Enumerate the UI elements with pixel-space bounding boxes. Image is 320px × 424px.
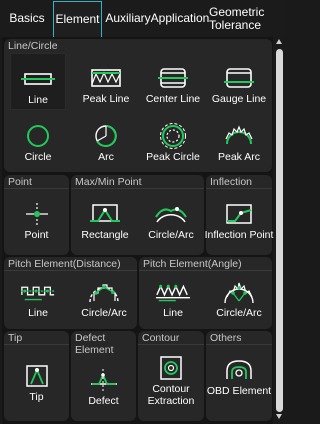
- element-panel: Line/Circle Line Peak Line Center Line G…: [2, 37, 273, 424]
- group-others: Others OBD Element: [206, 331, 272, 421]
- group-max-min-point: Max/Min Point Rectangle Circle/Arc: [71, 175, 204, 255]
- divider: [4, 270, 137, 271]
- defect-icon: [86, 365, 122, 395]
- obd-element-button[interactable]: OBD Element: [206, 355, 272, 397]
- tab-element[interactable]: Element: [53, 1, 102, 37]
- tab-geometric-tolerance[interactable]: Geometric Tolerance: [209, 2, 273, 35]
- inflection-point-icon: [221, 199, 257, 229]
- point-button[interactable]: Point: [6, 199, 67, 241]
- center-line-button[interactable]: Center Line: [142, 63, 204, 105]
- peak-line-button[interactable]: Peak Line: [75, 63, 137, 105]
- contour-extraction-label: Contour Extraction: [147, 383, 195, 407]
- gauge-line-button[interactable]: Gauge Line: [208, 63, 270, 105]
- divider: [206, 344, 272, 345]
- group-point: Point Point: [4, 175, 69, 255]
- divider: [138, 344, 204, 345]
- maxmin-circle-arc-button[interactable]: Circle/Arc: [139, 199, 203, 241]
- inflection-point-label: Inflection Point: [204, 229, 274, 241]
- line-button[interactable]: Line: [10, 53, 66, 110]
- group-title: Pitch Element(Distance): [8, 258, 121, 270]
- circle-arc-label: Circle/Arc: [148, 229, 194, 241]
- contour-icon: [153, 353, 189, 383]
- group-title: Others: [210, 332, 242, 344]
- scroll-down-arrow-icon[interactable]: [276, 414, 282, 419]
- arc-label: Arc: [98, 151, 114, 163]
- pitch-distance-line-button[interactable]: Line: [6, 277, 70, 319]
- pitch-angle-circle-arc-label: Circle/Arc: [216, 307, 262, 319]
- pitch-angle-line-button[interactable]: Line: [141, 277, 205, 319]
- obd-element-icon: [221, 355, 257, 385]
- divider: [4, 344, 69, 345]
- circle-button[interactable]: Circle: [10, 121, 66, 163]
- tab-auxiliary[interactable]: Auxiliary: [104, 2, 152, 35]
- group-line-circle: Line/Circle Line Peak Line Center Line G…: [4, 39, 272, 172]
- pitch-line-icon: [20, 277, 56, 307]
- rectangle-label: Rectangle: [81, 229, 129, 241]
- group-title: Defect Element: [75, 332, 114, 356]
- peak-circle-label: Peak Circle: [146, 151, 200, 163]
- divider: [139, 270, 272, 271]
- peak-arc-icon: [221, 121, 257, 151]
- circle-icon: [20, 121, 56, 151]
- group-title: Inflection: [210, 176, 253, 188]
- contour-extraction-button[interactable]: Contour Extraction: [139, 353, 203, 407]
- group-title: Tip: [8, 332, 23, 344]
- group-contour: Contour Contour Extraction: [138, 331, 204, 421]
- center-line-label: Center Line: [145, 93, 201, 105]
- point-icon: [19, 199, 55, 229]
- divider: [4, 188, 69, 189]
- group-title: Line/Circle: [8, 40, 58, 52]
- group-title: Pitch Element(Angle): [143, 258, 242, 270]
- pitch-angle-circle-arc-icon: [221, 277, 257, 307]
- peak-line-label: Peak Line: [82, 93, 130, 105]
- arc-button[interactable]: Arc: [75, 121, 137, 163]
- line-icon: [20, 64, 56, 94]
- peak-line-icon: [88, 63, 124, 93]
- tab-bar: Basics Element Auxiliary Application Geo…: [0, 0, 285, 37]
- gauge-line-label: Gauge Line: [211, 93, 267, 105]
- inflection-point-button[interactable]: Inflection Point: [204, 199, 274, 241]
- pitch-line-label: Line: [28, 307, 48, 319]
- divider: [206, 188, 272, 189]
- circle-label: Circle: [24, 151, 52, 163]
- maxmin-rectangle-button[interactable]: Rectangle: [73, 199, 137, 241]
- arc-icon: [88, 121, 124, 151]
- pitch-angle-circle-arc-button[interactable]: Circle/Arc: [207, 277, 271, 319]
- peak-circle-button[interactable]: Peak Circle: [142, 121, 204, 163]
- tab-application[interactable]: Application: [151, 2, 210, 35]
- pitch-distance-circle-arc-button[interactable]: Circle/Arc: [72, 277, 136, 319]
- divider: [71, 188, 204, 189]
- obd-element-label: OBD Element: [206, 385, 272, 397]
- tip-button[interactable]: Tip: [6, 361, 67, 403]
- peak-arc-button[interactable]: Peak Arc: [208, 121, 270, 163]
- group-title: Max/Min Point: [75, 176, 142, 188]
- peak-circle-icon: [155, 121, 191, 151]
- defect-label: Defect: [88, 395, 119, 407]
- group-defect-element: Defect Element Defect: [71, 331, 136, 421]
- group-title: Contour: [142, 332, 180, 344]
- pitch-circle-arc-icon: [86, 277, 122, 307]
- tip-label: Tip: [29, 391, 44, 403]
- pitch-circle-arc-label: Circle/Arc: [81, 307, 127, 319]
- group-tip: Tip Tip: [4, 331, 69, 421]
- group-inflection: Inflection Inflection Point: [204, 175, 274, 255]
- line-label: Line: [28, 94, 48, 106]
- group-pitch-distance: Pitch Element(Distance) Line Circle/Arc: [4, 257, 137, 329]
- scrollbar-thumb[interactable]: [276, 49, 283, 412]
- group-title: Point: [8, 176, 32, 188]
- vertical-scrollbar[interactable]: [274, 37, 285, 424]
- group-pitch-angle: Pitch Element(Angle) Line Circle/Arc: [139, 257, 272, 329]
- scroll-up-arrow-icon[interactable]: [276, 39, 282, 44]
- pitch-angle-line-icon: [155, 277, 191, 307]
- peak-arc-label: Peak Arc: [217, 151, 261, 163]
- tip-icon: [19, 361, 55, 391]
- defect-button[interactable]: Defect: [73, 365, 134, 407]
- tab-basics[interactable]: Basics: [2, 2, 52, 35]
- gauge-line-icon: [221, 63, 257, 93]
- rectangle-point-icon: [87, 199, 123, 229]
- pitch-angle-line-label: Line: [163, 307, 183, 319]
- center-line-icon: [155, 63, 191, 93]
- circle-arc-point-icon: [153, 199, 189, 229]
- point-label: Point: [24, 229, 49, 241]
